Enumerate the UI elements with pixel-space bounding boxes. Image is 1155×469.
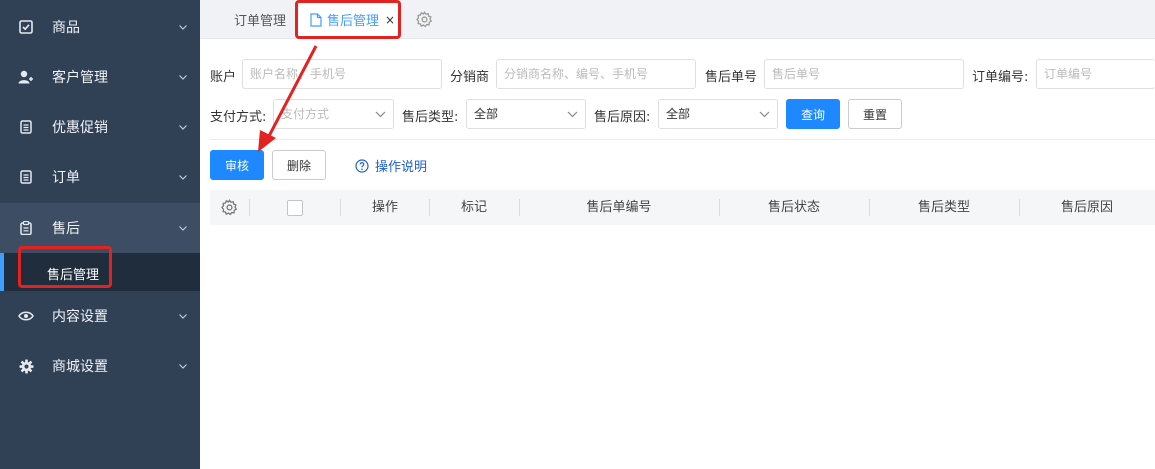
tab-aftersale-management[interactable]: 售后管理 ×	[298, 0, 400, 39]
aftersale-type-label: 售后类型:	[402, 110, 459, 125]
chevron-down-icon	[179, 364, 187, 369]
distributor-input[interactable]: 分销商名称、编号、手机号	[496, 59, 696, 89]
tab-label: 订单管理	[233, 14, 286, 29]
column-header-aftersale-no[interactable]: 售后单编号	[519, 190, 719, 225]
annotation-arrow-icon	[258, 45, 318, 152]
sidebar-item-label: 客户管理	[52, 70, 108, 86]
sidebar-item-mall-settings[interactable]: 商城设置	[0, 341, 200, 391]
close-icon[interactable]: ×	[385, 13, 395, 27]
question-circle-icon	[355, 158, 369, 173]
customer-user-icon	[17, 68, 35, 86]
sidebar-item-aftersale[interactable]: 售后	[0, 203, 200, 253]
aftersale-reason-select[interactable]: 全部	[658, 99, 778, 129]
aftersale-reason-label: 售后原因:	[594, 110, 651, 125]
sidebar-item-label: 商品	[52, 20, 80, 36]
chevron-down-icon	[179, 314, 187, 319]
gear-icon	[17, 357, 35, 375]
aftersale-type-select[interactable]: 全部	[466, 99, 586, 129]
clipboard-icon	[17, 219, 35, 237]
table-header: 操作 标记 售后单编号 售后状态 售后类型 售后原因	[210, 190, 1155, 225]
sidebar-item-label: 优惠促销	[52, 120, 108, 136]
account-label: 账户	[210, 70, 237, 85]
active-indicator	[0, 253, 4, 291]
sidebar-item-label: 商城设置	[52, 359, 108, 375]
help-link-label: 操作说明	[375, 160, 428, 175]
tab-label: 售后管理	[327, 14, 380, 29]
reset-button[interactable]: 重置	[848, 99, 902, 129]
sidebar-item-label: 订单	[52, 170, 80, 186]
sidebar-item-promotions[interactable]: 优惠促销	[0, 102, 200, 152]
eye-icon	[17, 307, 35, 325]
select-value: 全部	[666, 107, 691, 121]
sidebar: 商品 客户管理 优惠促销 订单 售后 售后管理 内容设置 商城设置	[0, 0, 200, 469]
sidebar-subitem-aftersale-management[interactable]: 售后管理	[0, 253, 200, 291]
column-settings-gear-icon[interactable]	[221, 199, 238, 216]
sidebar-item-orders[interactable]: 订单	[0, 152, 200, 202]
document-icon	[310, 12, 322, 27]
distributor-label: 分销商	[450, 70, 490, 85]
sidebar-item-customers[interactable]: 客户管理	[0, 52, 200, 102]
divider	[210, 139, 1155, 140]
product-check-icon	[17, 18, 35, 36]
column-separator	[249, 199, 250, 216]
sidebar-subitem-label: 售后管理	[47, 268, 100, 283]
column-header-mark[interactable]: 标记	[429, 190, 519, 225]
sidebar-item-label: 售后	[52, 221, 80, 237]
tab-settings-gear-icon[interactable]	[416, 11, 433, 28]
aftersale-no-label: 售后单号	[705, 70, 758, 85]
chevron-down-icon	[179, 175, 187, 180]
column-header-aftersale-type[interactable]: 售后类型	[869, 190, 1019, 225]
chevron-down-icon	[567, 111, 578, 118]
help-link[interactable]: 操作说明	[355, 156, 427, 175]
order-no-input[interactable]: 订单编号	[1036, 59, 1155, 89]
chevron-down-icon	[759, 111, 770, 118]
order-list-icon	[17, 168, 35, 186]
sidebar-item-content-settings[interactable]: 内容设置	[0, 291, 200, 341]
chevron-down-icon	[179, 75, 187, 80]
tab-order-management[interactable]: 订单管理	[214, 0, 306, 39]
column-header-action[interactable]: 操作	[340, 190, 430, 225]
chevron-down-icon	[179, 25, 187, 30]
sidebar-item-products[interactable]: 商品	[0, 2, 200, 52]
select-all-checkbox[interactable]	[287, 200, 303, 216]
chevron-down-icon	[375, 111, 386, 118]
tab-bar: 订单管理 售后管理 ×	[200, 0, 1155, 39]
aftersale-no-input[interactable]: 售后单号	[764, 59, 964, 89]
chevron-down-icon	[179, 226, 187, 231]
promotion-list-icon	[17, 118, 35, 136]
chevron-down-icon	[179, 125, 187, 130]
order-no-label: 订单编号:	[972, 70, 1029, 85]
query-button[interactable]: 查询	[786, 99, 840, 129]
select-value: 全部	[474, 107, 499, 121]
column-header-aftersale-status[interactable]: 售后状态	[719, 190, 869, 225]
column-header-aftersale-reason[interactable]: 售后原因	[1019, 190, 1155, 225]
sidebar-item-label: 内容设置	[52, 309, 108, 325]
